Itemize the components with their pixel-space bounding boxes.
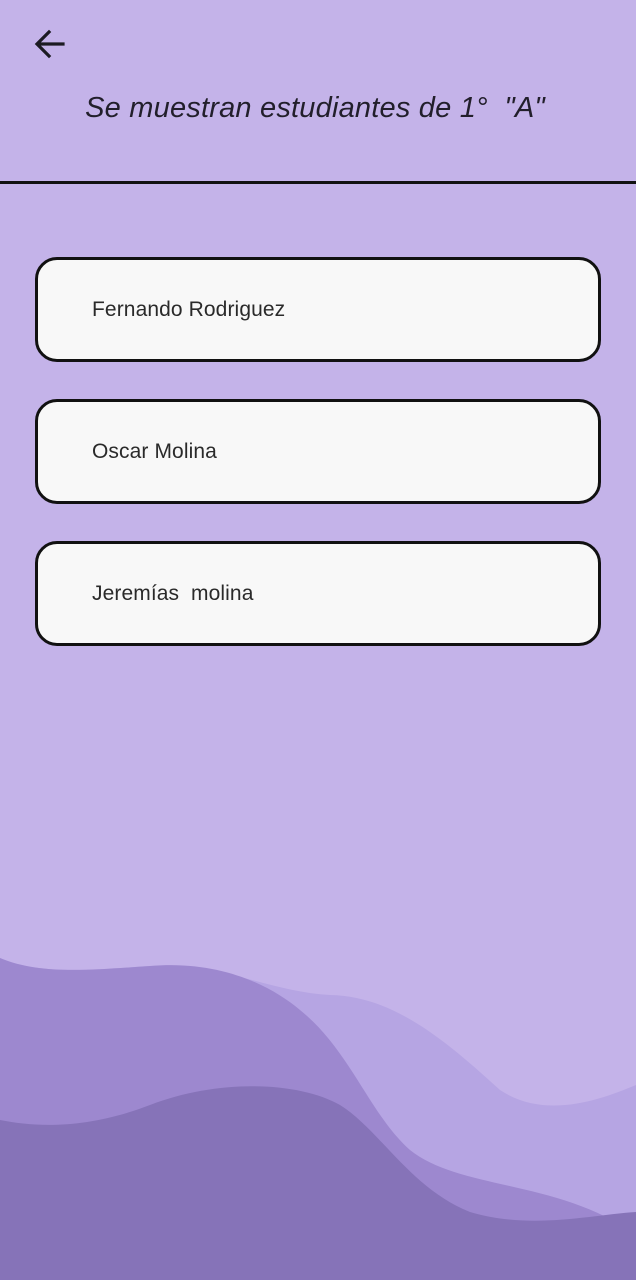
app-bar: Se muestran estudiantes de 1° "A": [0, 0, 636, 183]
student-card-jeremias-molina[interactable]: Jeremías molina: [35, 541, 601, 646]
student-name: Oscar Molina: [92, 439, 217, 463]
page-title: Se muestran estudiantes de 1° "A": [85, 92, 545, 124]
student-list: Fernando Rodriguez Oscar Molina Jeremías…: [35, 257, 601, 683]
student-name: Jeremías molina: [92, 581, 254, 605]
header-divider: [0, 181, 636, 184]
arrow-left-icon: [34, 29, 65, 59]
student-name: Fernando Rodriguez: [92, 297, 286, 321]
student-card-fernando-rodriguez[interactable]: Fernando Rodriguez: [35, 257, 601, 362]
back-button[interactable]: [24, 22, 76, 66]
screen: Se muestran estudiantes de 1° "A" Fernan…: [0, 0, 636, 1280]
wave-background: [0, 958, 636, 1280]
student-card-oscar-molina[interactable]: Oscar Molina: [35, 399, 601, 504]
